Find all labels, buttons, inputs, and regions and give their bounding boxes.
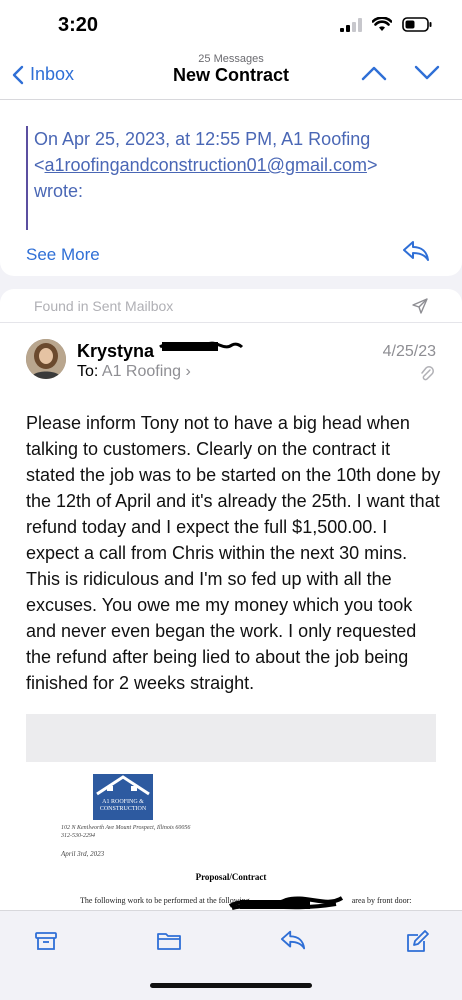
cellular-signal-icon bbox=[340, 17, 362, 32]
logo-text: A1 ROOFING & CONSTRUCTION bbox=[93, 799, 153, 813]
quoted-message-card: On Apr 25, 2023, at 12:55 PM, A1 Roofing… bbox=[0, 100, 462, 276]
quoted-text-block: On Apr 25, 2023, at 12:55 PM, A1 Roofing… bbox=[26, 126, 436, 230]
archive-box-icon bbox=[35, 932, 57, 950]
document-title: Proposal/Contract bbox=[195, 872, 267, 882]
document-line-end: area by front door: bbox=[351, 896, 412, 905]
reply-button[interactable] bbox=[280, 929, 306, 956]
reply-arrow-icon bbox=[403, 241, 429, 261]
sender-avatar[interactable] bbox=[26, 339, 66, 379]
recipient-name[interactable]: A1 Roofing › bbox=[102, 363, 191, 380]
avatar-photo bbox=[26, 339, 66, 379]
message-body: Please inform Tony not to have a big hea… bbox=[26, 413, 441, 693]
sender-name[interactable]: Krystyna bbox=[77, 341, 154, 362]
status-icons bbox=[340, 17, 432, 32]
document-line-start: The following work to be performed at th… bbox=[80, 896, 250, 905]
contract-attachment-preview[interactable]: A1 ROOFING & CONSTRUCTION 102 N Kenilwor… bbox=[26, 714, 436, 929]
attachment-header-area bbox=[26, 714, 436, 762]
message-count: 25 Messages bbox=[198, 53, 264, 65]
address-line-1: 102 N Kenilworth Ave Mount Prospect, Ill… bbox=[61, 825, 191, 831]
document-date: April 3rd, 2023 bbox=[61, 850, 105, 858]
logo-text-line-1: A1 ROOFING & bbox=[102, 799, 144, 805]
address-line-2: 312-530-2294 bbox=[61, 833, 95, 839]
home-indicator[interactable] bbox=[150, 983, 312, 988]
redaction-scribble bbox=[159, 341, 244, 351]
message-card: Found in Sent Mailbox Krystyna To: A1 Ro… bbox=[0, 289, 462, 929]
company-address: 102 N Kenilworth Ave Mount Prospect, Ill… bbox=[61, 824, 190, 840]
reply-button-top[interactable] bbox=[402, 240, 430, 267]
previous-message-button[interactable] bbox=[361, 64, 387, 87]
status-bar: 3:20 bbox=[0, 0, 462, 52]
quoted-email-link[interactable]: a1roofingandconstruction01@gmail.com bbox=[45, 155, 367, 175]
paperclip-icon bbox=[421, 366, 434, 381]
chevron-up-icon bbox=[361, 66, 387, 81]
found-in-sent-label: Found in Sent Mailbox bbox=[34, 298, 174, 314]
folder-icon bbox=[157, 933, 181, 950]
move-to-folder-button[interactable] bbox=[156, 929, 182, 958]
company-logo: A1 ROOFING & CONSTRUCTION bbox=[93, 774, 153, 820]
wifi-icon bbox=[372, 17, 392, 31]
message-date: 4/25/23 bbox=[382, 343, 436, 360]
thread-title: New Contract bbox=[172, 65, 289, 85]
archive-button[interactable] bbox=[34, 929, 58, 958]
status-time: 3:20 bbox=[58, 14, 99, 36]
found-in-sent-row: Found in Sent Mailbox bbox=[0, 289, 462, 323]
compose-icon bbox=[407, 930, 429, 952]
nav-bar: Inbox 25 Messages New Contract bbox=[0, 52, 462, 100]
roof-logo-icon bbox=[96, 775, 150, 796]
paper-plane-icon bbox=[412, 298, 428, 314]
quoted-email-line: <a1roofingandconstruction01@gmail.com> bbox=[34, 155, 378, 175]
compose-button[interactable] bbox=[404, 929, 430, 960]
quoted-wrote-line: wrote: bbox=[34, 181, 84, 201]
reply-arrow-icon bbox=[280, 930, 306, 950]
next-message-button[interactable] bbox=[414, 64, 440, 87]
recipient-row: To: A1 Roofing › bbox=[77, 363, 191, 381]
quoted-header-line: On Apr 25, 2023, at 12:55 PM, A1 Roofing bbox=[34, 129, 371, 149]
to-label: To: bbox=[77, 363, 99, 380]
chevron-down-icon bbox=[414, 65, 440, 80]
see-more-button[interactable]: See More bbox=[26, 245, 100, 265]
logo-text-line-2: CONSTRUCTION bbox=[99, 806, 147, 812]
battery-icon bbox=[402, 17, 432, 32]
recipient-value: A1 Roofing bbox=[101, 363, 182, 380]
